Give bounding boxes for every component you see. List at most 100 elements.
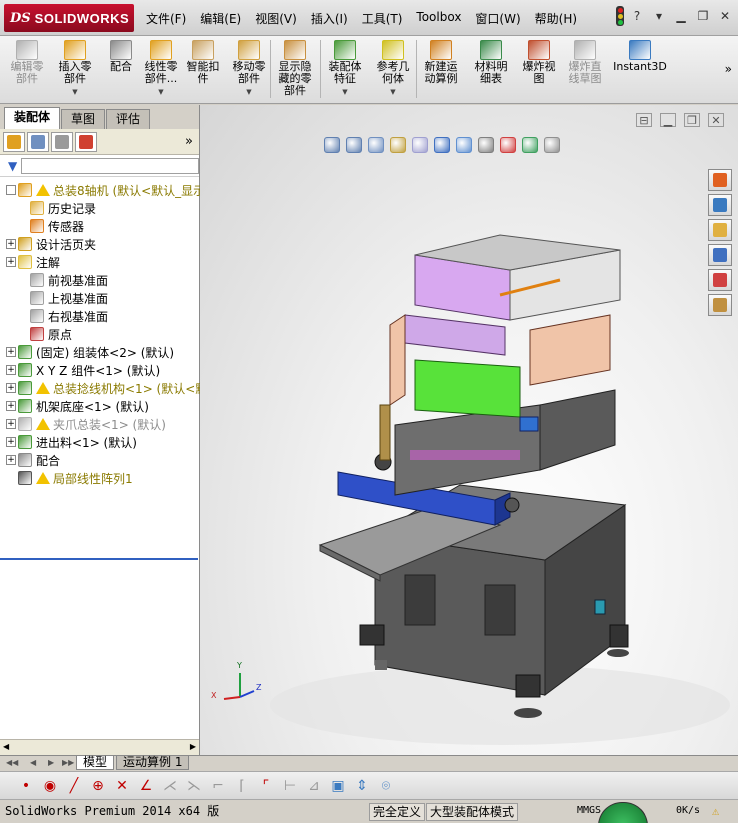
tree-item[interactable]: 传感器 (0, 217, 199, 235)
horizontal-scrollbar[interactable]: ◀ ▶ (0, 739, 199, 755)
command-button[interactable]: 装配体 特征 ▼ (322, 38, 368, 102)
tree-item[interactable]: + (固定) 组装体<2> (默认) (0, 343, 199, 361)
filter-icon[interactable]: ▼ (8, 159, 17, 173)
filter-input[interactable] (21, 157, 199, 174)
command-button[interactable]: 新建运 动算例 (418, 38, 464, 102)
tab-command-group[interactable]: 评估 (106, 109, 151, 129)
prev-tab-icon[interactable]: ◀ (30, 758, 36, 767)
tree-item[interactable]: + 进出料<1> (默认) (0, 433, 199, 451)
feature-manager-icon[interactable] (3, 131, 25, 152)
restore-icon[interactable]: ❐ (694, 7, 712, 25)
tab-motion-study[interactable]: 运动算例 1 (116, 756, 190, 770)
command-button[interactable]: 显示隐 藏的零 部件 (272, 38, 318, 102)
tree-item[interactable]: + 注解 (0, 253, 199, 271)
arrow-icon[interactable]: ⇕ (352, 776, 372, 796)
tree-expand-icon[interactable] (6, 185, 16, 195)
tree-item[interactable]: 局部线性阵列1 (0, 469, 199, 487)
dropdown-arrow-icon[interactable]: ▼ (370, 86, 416, 98)
command-button[interactable]: Instant3D (612, 38, 668, 102)
menu-item[interactable]: 文件(F) (146, 10, 186, 27)
tree-item[interactable]: + 机架底座<1> (默认) (0, 397, 199, 415)
dropdown-arrow-icon[interactable]: ▼ (52, 86, 98, 98)
property-manager-icon[interactable] (27, 131, 49, 152)
configuration-manager-icon[interactable] (51, 131, 73, 152)
tree-item[interactable]: + 配合 (0, 451, 199, 469)
command-button[interactable]: 线性零 部件... ▼ (138, 38, 184, 102)
command-button[interactable]: 移动零 部件 ▼ (226, 38, 272, 102)
sketch-tool-c-icon[interactable]: ⌐ (208, 776, 228, 796)
tree-item[interactable]: + X Y Z 组件<1> (默认) (0, 361, 199, 379)
line-icon[interactable]: ╱ (64, 776, 84, 796)
tree-item[interactable]: 前视基准面 (0, 271, 199, 289)
sketch-tool-e-icon[interactable]: ⌜ (256, 776, 276, 796)
tree-expand-icon[interactable]: + (6, 347, 16, 357)
menu-item[interactable]: 编辑(E) (200, 10, 241, 27)
tree-item[interactable]: 上视基准面 (0, 289, 199, 307)
units-status[interactable]: MMGS (577, 803, 601, 819)
tree-expand-icon[interactable]: + (6, 455, 16, 465)
menu-item[interactable]: 插入(I) (311, 10, 348, 27)
tree-item[interactable]: + 夹爪总装<1> (默认) (0, 415, 199, 433)
next-tab-icon[interactable]: ▶ (48, 758, 54, 767)
tree-expand-icon[interactable]: + (6, 437, 16, 447)
menu-item[interactable]: 帮助(H) (535, 10, 577, 27)
rebuild-status-icon[interactable]: ⚠ (712, 803, 719, 819)
rollback-bar[interactable] (0, 558, 198, 560)
tab-command-group[interactable]: 装配体 (4, 107, 61, 129)
solidworks-logo[interactable]: DS SOLIDWORKS (4, 4, 134, 32)
tree-expand-icon[interactable]: + (6, 419, 16, 429)
last-tab-icon[interactable]: ▶▶ (62, 758, 74, 767)
tree-expand-icon[interactable]: + (6, 383, 16, 393)
command-button[interactable]: 编辑零 部件 (4, 38, 50, 102)
rebuild-traffic-light-icon[interactable] (616, 6, 624, 26)
help-icon[interactable]: ? (628, 7, 646, 25)
tree-item[interactable]: + 设计活页夹 (0, 235, 199, 253)
menu-item[interactable]: 视图(V) (255, 10, 297, 27)
menu-item[interactable]: 窗口(W) (475, 10, 520, 27)
command-button[interactable]: 材料明 细表 (468, 38, 514, 102)
panel-more-icon[interactable]: » (185, 134, 193, 149)
point-icon[interactable]: • (16, 776, 36, 796)
trim-icon[interactable]: ✕ (112, 776, 132, 796)
scroll-right-icon[interactable]: ▶ (190, 742, 196, 751)
chevron-right-icon[interactable]: » (725, 62, 732, 76)
dropdown-arrow-icon[interactable]: ▼ (226, 86, 272, 98)
command-button[interactable]: 参考几 何体 ▼ (370, 38, 416, 102)
display-manager-icon[interactable] (75, 131, 97, 152)
tree-expand-icon[interactable]: + (6, 239, 16, 249)
angle-icon[interactable]: ∠ (136, 776, 156, 796)
tree-item[interactable]: + 总装捻线机构<1> (默认<默 (0, 379, 207, 397)
command-button[interactable]: 智能扣 件 (180, 38, 226, 102)
menu-item[interactable]: 工具(T) (362, 10, 403, 27)
circle-icon[interactable]: ⊕ (88, 776, 108, 796)
tree-expand-icon[interactable]: + (6, 365, 16, 375)
first-tab-icon[interactable]: ◀◀ (6, 758, 18, 767)
chevron-down-icon[interactable]: ▾ (650, 7, 668, 25)
tree-item[interactable]: 原点 (0, 325, 199, 343)
machine-3d-model[interactable] (200, 105, 738, 755)
tree-item[interactable]: 历史记录 (0, 199, 199, 217)
command-button[interactable]: 爆炸直 线草图 (562, 38, 608, 102)
command-button[interactable]: 插入零 部件 ▼ (52, 38, 98, 102)
relation-icon[interactable]: ⊿ (304, 776, 324, 796)
minimize-icon[interactable]: ▁ (672, 7, 690, 25)
tab-model[interactable]: 模型 (76, 756, 115, 770)
sketch-tool-d-icon[interactable]: ⌈ (232, 776, 252, 796)
menu-item[interactable]: Toolbox (416, 10, 461, 27)
tree-expand-icon[interactable]: + (6, 401, 16, 411)
tree-expand-icon[interactable]: + (6, 257, 16, 267)
circle-center-icon[interactable]: ◉ (40, 776, 60, 796)
command-button[interactable]: 爆炸视 图 (516, 38, 562, 102)
dropdown-arrow-icon[interactable]: ▼ (138, 86, 184, 98)
graphics-area[interactable]: ⊟ ▁ ❐ ✕ Y X Z (200, 105, 738, 755)
tree-item[interactable]: 右视基准面 (0, 307, 199, 325)
tree-item[interactable]: 总装8轴机 (默认<默认_显示状 (0, 181, 217, 199)
sketch-tool-a-icon[interactable]: ⋌ (160, 776, 180, 796)
dropdown-arrow-icon[interactable]: ▼ (322, 86, 368, 98)
cube-icon[interactable]: ▣ (328, 776, 348, 796)
camera-icon[interactable]: ⌾ (376, 776, 396, 796)
sketch-tool-b-icon[interactable]: ⋋ (184, 776, 204, 796)
scroll-left-icon[interactable]: ◀ (3, 742, 9, 751)
tab-command-group[interactable]: 草图 (61, 109, 106, 129)
close-icon[interactable]: ✕ (716, 7, 734, 25)
